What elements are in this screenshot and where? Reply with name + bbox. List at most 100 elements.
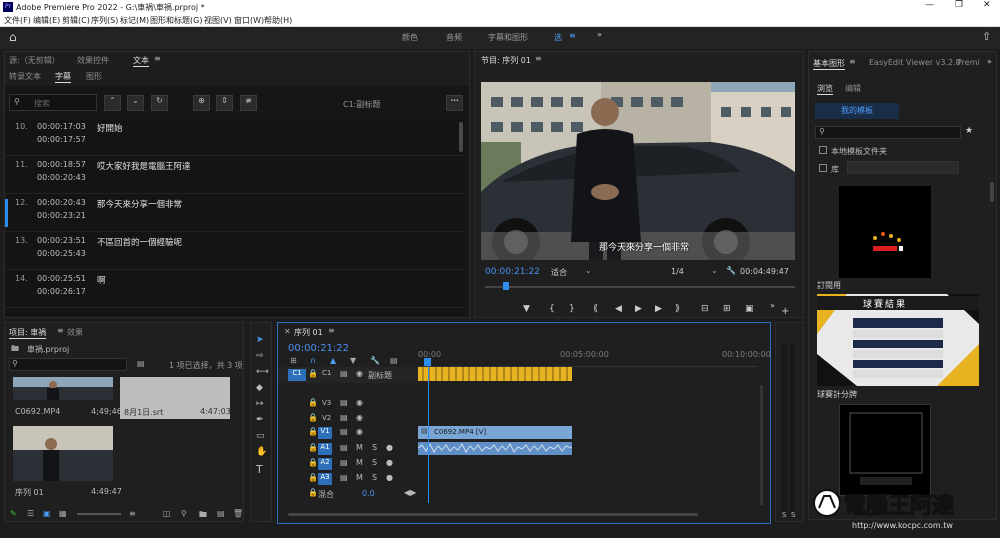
type-tool-icon[interactable]: T: [256, 463, 263, 476]
prev-caption-button[interactable]: ⌃: [104, 95, 121, 111]
mic-icon[interactable]: ●: [386, 458, 393, 467]
track-a3-label[interactable]: A3: [318, 473, 332, 485]
go-to-out-icon[interactable]: ⟫: [675, 304, 680, 314]
add-button-icon[interactable]: +: [781, 306, 789, 317]
track-a1-label[interactable]: A1: [318, 443, 332, 455]
lock-icon[interactable]: 🔒: [308, 398, 318, 407]
more-tabs-icon[interactable]: »: [987, 57, 992, 66]
wrench-icon[interactable]: 🔧: [726, 266, 736, 275]
next-caption-button[interactable]: ⌄: [127, 95, 144, 111]
lock-icon[interactable]: 🔒: [308, 369, 318, 378]
program-tab[interactable]: 节目: 序列 01: [481, 55, 531, 66]
graphics-scrollbar[interactable]: [990, 182, 994, 202]
menu-edit[interactable]: 编辑(E): [33, 15, 60, 26]
lock-icon[interactable]: 🔒: [308, 488, 318, 497]
step-back-icon[interactable]: ◀: [615, 304, 622, 314]
scrub-bar[interactable]: [485, 282, 795, 290]
template-third[interactable]: [839, 404, 931, 496]
panel-menu-icon[interactable]: ≡: [154, 54, 161, 63]
solo-right-label[interactable]: S: [791, 511, 795, 519]
mic-icon[interactable]: ●: [386, 473, 393, 482]
caption-row[interactable]: 11. 00:00:18:57 00:00:20:43 哎大家好我是電腦王阿達: [5, 156, 465, 194]
lift-icon[interactable]: ⊟: [701, 304, 709, 314]
srt-thumbnail[interactable]: 8月1日.srt 4:47:03: [120, 377, 231, 419]
maximize-button[interactable]: ❐: [955, 0, 963, 10]
track-v1-label[interactable]: V1: [318, 427, 332, 439]
ripple-edit-icon[interactable]: ⟷: [256, 367, 269, 377]
template-subscribe[interactable]: [839, 186, 931, 278]
local-folder-checkbox[interactable]: [819, 146, 827, 154]
library-dropdown[interactable]: [847, 161, 959, 174]
trash-icon[interactable]: 🗑: [233, 509, 243, 518]
find-icon[interactable]: ⚲: [181, 509, 187, 518]
new-bin-icon[interactable]: 🖿: [199, 509, 207, 523]
workspace-menu-icon[interactable]: ≡: [569, 31, 576, 40]
tab-captions[interactable]: 字幕: [55, 71, 71, 83]
library-checkbox[interactable]: [819, 164, 827, 172]
tab-easyedit[interactable]: EasyEdit Viewer v3.2.0: [869, 58, 961, 67]
home-icon[interactable]: ⌂: [9, 30, 17, 44]
solo-label[interactable]: S: [372, 473, 377, 482]
menu-help[interactable]: 帮助(H): [264, 15, 292, 26]
mic-icon[interactable]: ●: [386, 443, 393, 452]
track-a2-label[interactable]: A2: [318, 458, 332, 470]
go-to-in-icon[interactable]: ⟪: [593, 304, 598, 314]
more-controls-icon[interactable]: »: [770, 301, 775, 310]
film-icon[interactable]: ▤: [340, 413, 348, 422]
add-marker-icon[interactable]: ▼: [523, 304, 530, 314]
resolution-chevron-icon[interactable]: ⌄: [711, 266, 718, 275]
lock-icon[interactable]: 🔒: [308, 473, 318, 482]
menu-window[interactable]: 窗口(W): [234, 15, 264, 26]
tab-essential-graphics[interactable]: 基本图形: [813, 58, 845, 70]
list-view-icon[interactable]: ☰: [27, 509, 34, 518]
tab-premiere[interactable]: Premi: [957, 58, 980, 67]
solo-label[interactable]: S: [372, 443, 377, 452]
scrub-playhead[interactable]: [503, 282, 509, 290]
eye-icon[interactable]: ◉: [356, 369, 363, 378]
workspace-captions[interactable]: 字幕和图形: [488, 32, 528, 43]
razor-tool-icon[interactable]: ◆: [256, 383, 263, 393]
lock-icon[interactable]: 🔒: [308, 413, 318, 422]
replace-button[interactable]: ↻: [151, 95, 168, 111]
caption-scrollbar[interactable]: [459, 122, 463, 152]
tab-effect-controls[interactable]: 效果控件: [77, 55, 109, 66]
track-c1-target[interactable]: C1: [288, 369, 306, 381]
timeline-menu-icon[interactable]: ≡: [328, 326, 335, 335]
mute-label[interactable]: M: [356, 443, 363, 452]
sort-icon[interactable]: ≡: [129, 509, 136, 518]
timeline-timecode[interactable]: 00:00:21:22: [288, 343, 349, 354]
solo-left-label[interactable]: S: [782, 511, 786, 519]
clip-thumbnail[interactable]: [13, 377, 113, 400]
caption-row[interactable]: 14. 00:00:25:51 00:00:26:17 啊: [5, 270, 465, 308]
workspace-selected[interactable]: 选: [554, 32, 562, 43]
caption-track-clips[interactable]: [418, 367, 572, 381]
menu-clip[interactable]: 剪辑(C): [62, 15, 90, 26]
mark-out-icon[interactable]: }: [569, 304, 575, 314]
workspace-color[interactable]: 颜色: [402, 32, 418, 43]
sync-icon[interactable]: ▤: [340, 458, 348, 467]
lock-icon[interactable]: 🔒: [308, 427, 318, 436]
mark-in-icon[interactable]: {: [549, 304, 555, 314]
caption-row[interactable]: 13. 00:00:23:51 00:00:25:43 不區回首的一個經驗呢: [5, 232, 465, 270]
search-box[interactable]: ⚲ 搜索: [9, 94, 97, 111]
tab-effects[interactable]: 效果: [67, 327, 83, 338]
eye-icon[interactable]: ◉: [356, 427, 363, 436]
slip-tool-icon[interactable]: ↦: [256, 399, 264, 409]
mute-label[interactable]: M: [356, 458, 363, 467]
selection-tool-icon[interactable]: ➤: [256, 335, 264, 345]
more-options-button[interactable]: ⋯: [446, 95, 463, 111]
resolution-dropdown[interactable]: 1/4: [671, 267, 684, 276]
track-select-icon[interactable]: ⇨: [256, 351, 264, 361]
sync-icon[interactable]: ▤: [340, 443, 348, 452]
playhead-timecode[interactable]: 00:00:21:22: [485, 267, 540, 277]
icon-view-icon[interactable]: ▣: [43, 509, 51, 518]
zoom-slider[interactable]: [77, 513, 121, 515]
linked-icon[interactable]: ▲: [330, 356, 336, 365]
graphics-search-input[interactable]: ⚲: [815, 126, 961, 139]
menu-file[interactable]: 文件(F): [4, 15, 31, 26]
tab-project[interactable]: 项目: 車禍: [9, 327, 47, 339]
film-icon[interactable]: ▤: [340, 427, 348, 436]
minimize-button[interactable]: —: [925, 0, 934, 10]
playhead-line[interactable]: [428, 363, 429, 503]
menu-view[interactable]: 视图(V): [204, 15, 232, 26]
